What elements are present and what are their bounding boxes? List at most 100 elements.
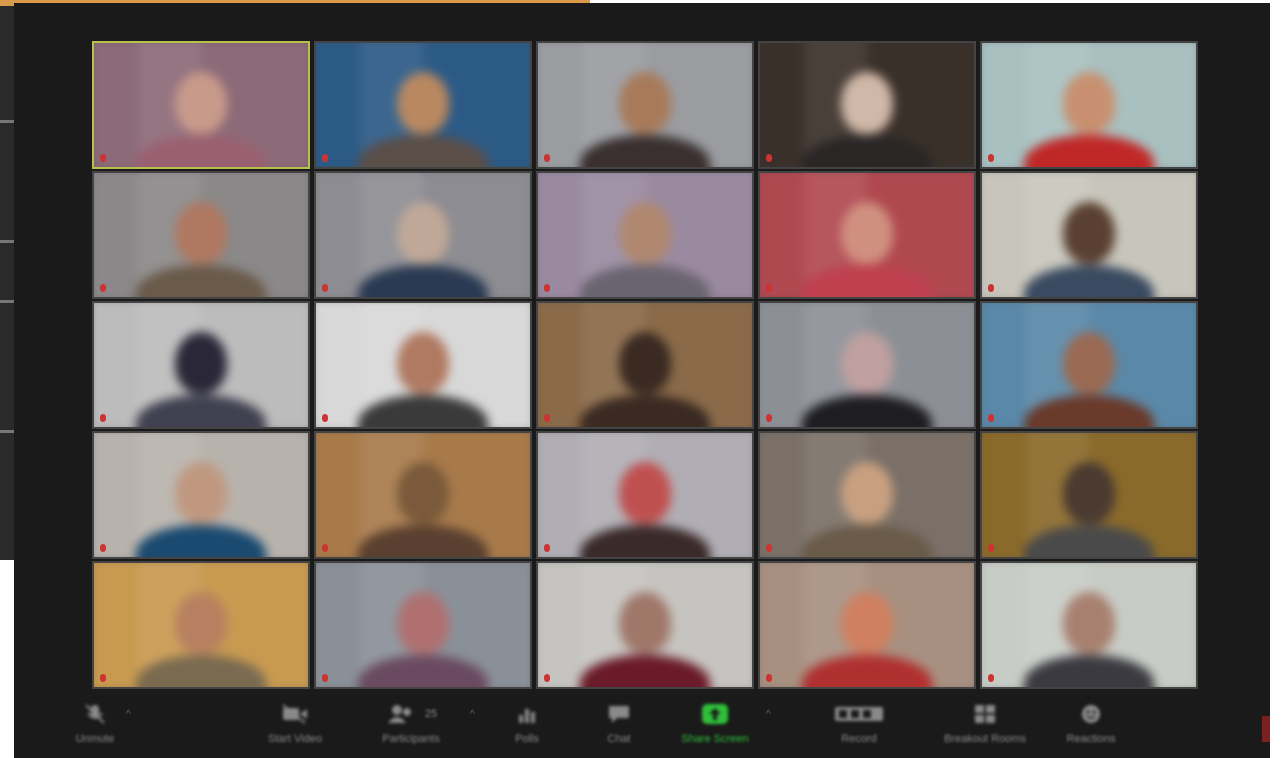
participant-video-tile[interactable] — [314, 41, 532, 169]
participant-video-tile[interactable] — [980, 171, 1198, 299]
muted-mic-icon — [100, 154, 106, 162]
participant-head — [841, 332, 893, 395]
participant-head — [175, 202, 227, 265]
muted-mic-icon — [100, 414, 106, 422]
participant-video-feed — [982, 433, 1196, 557]
participant-video-tile[interactable] — [314, 561, 532, 689]
muted-mic-icon — [988, 284, 994, 292]
participant-head — [619, 202, 671, 265]
participant-head — [175, 462, 227, 525]
participant-head — [619, 72, 671, 135]
participant-video-feed — [982, 563, 1196, 687]
muted-mic-icon — [100, 544, 106, 552]
participant-video-tile[interactable] — [314, 431, 532, 559]
participant-head — [175, 592, 227, 655]
muted-mic-icon — [988, 414, 994, 422]
participant-head — [841, 202, 893, 265]
participant-video-tile[interactable] — [980, 431, 1198, 559]
participant-video-tile[interactable] — [92, 41, 310, 169]
participant-head — [619, 592, 671, 655]
participant-video-tile[interactable] — [758, 431, 976, 559]
participant-video-tile[interactable] — [536, 561, 754, 689]
participant-video-tile[interactable] — [536, 431, 754, 559]
reactions-label: Reactions — [1066, 733, 1116, 745]
muted-mic-icon — [766, 414, 772, 422]
participant-head — [1063, 72, 1115, 135]
participant-video-tile[interactable] — [980, 301, 1198, 429]
muted-mic-icon — [988, 154, 994, 162]
participant-video-tile[interactable] — [980, 41, 1198, 169]
participant-head — [1063, 462, 1115, 525]
muted-mic-icon — [766, 284, 772, 292]
participant-video-feed — [760, 563, 974, 687]
breakout-rooms-label: Breakout Rooms — [944, 733, 1026, 745]
participant-video-tile[interactable] — [758, 171, 976, 299]
participant-head — [397, 72, 449, 135]
record-button[interactable]: Record — [804, 701, 914, 753]
meeting-toolbar: Unmute ^ Start Video 25 Participants ^ P… — [14, 693, 1270, 758]
participant-head — [397, 202, 449, 265]
participant-video-tile[interactable] — [92, 561, 310, 689]
participant-video-tile[interactable] — [536, 171, 754, 299]
participant-head — [1063, 332, 1115, 395]
muted-mic-icon — [544, 674, 550, 682]
participant-video-tile[interactable] — [314, 301, 532, 429]
breakout-rooms-icon — [972, 701, 998, 727]
participant-video-feed — [760, 173, 974, 297]
muted-mic-icon — [322, 544, 328, 552]
leave-button-edge[interactable] — [1262, 716, 1270, 742]
share-screen-icon — [700, 701, 730, 727]
breakout-rooms-button[interactable]: Breakout Rooms — [930, 701, 1040, 753]
participant-head — [841, 72, 893, 135]
muted-mic-icon — [544, 154, 550, 162]
muted-mic-icon — [100, 674, 106, 682]
participant-video-tile[interactable] — [536, 301, 754, 429]
participant-video-tile[interactable] — [758, 561, 976, 689]
participant-video-tile[interactable] — [92, 431, 310, 559]
participant-video-feed — [538, 173, 752, 297]
muted-mic-icon — [322, 284, 328, 292]
microphone-muted-icon — [82, 701, 108, 727]
participant-video-tile[interactable] — [92, 301, 310, 429]
participant-video-tile[interactable] — [758, 41, 976, 169]
participant-video-feed — [316, 303, 530, 427]
participant-head — [397, 332, 449, 395]
record-label: Record — [841, 733, 877, 745]
participant-video-tile[interactable] — [980, 561, 1198, 689]
share-options-caret[interactable]: ^ — [766, 709, 771, 720]
share-screen-label: Share Screen — [681, 733, 749, 745]
participant-video-tile[interactable] — [314, 171, 532, 299]
participant-video-tile[interactable] — [92, 171, 310, 299]
participant-head — [619, 332, 671, 395]
participant-video-feed — [94, 43, 308, 167]
participant-video-feed — [538, 43, 752, 167]
polls-icon — [515, 701, 539, 727]
reactions-button[interactable]: Reactions — [1036, 701, 1146, 753]
participants-icon: 25 — [385, 701, 437, 727]
audio-options-caret[interactable]: ^ — [126, 709, 131, 720]
muted-mic-icon — [766, 674, 772, 682]
background-window-divider — [0, 430, 14, 433]
participant-head — [841, 592, 893, 655]
polls-label: Polls — [515, 733, 539, 745]
unmute-button[interactable]: Unmute — [40, 701, 150, 753]
record-icon — [829, 701, 889, 727]
participant-head — [175, 72, 227, 135]
chat-button[interactable]: Chat — [564, 701, 674, 753]
participant-video-tile[interactable] — [536, 41, 754, 169]
participant-video-tile[interactable] — [758, 301, 976, 429]
zoom-meeting-window: Unmute ^ Start Video 25 Participants ^ P… — [14, 3, 1270, 758]
share-screen-button[interactable]: Share Screen — [660, 701, 770, 753]
muted-mic-icon — [988, 544, 994, 552]
participants-button[interactable]: 25 Participants — [356, 701, 466, 753]
muted-mic-icon — [322, 414, 328, 422]
muted-mic-icon — [100, 284, 106, 292]
participant-video-feed — [316, 433, 530, 557]
participant-head — [1063, 592, 1115, 655]
background-window-divider — [0, 120, 14, 123]
participant-video-feed — [94, 433, 308, 557]
muted-mic-icon — [544, 544, 550, 552]
participant-video-feed — [94, 303, 308, 427]
reactions-icon — [1078, 701, 1104, 727]
start-video-button[interactable]: Start Video — [240, 701, 350, 753]
